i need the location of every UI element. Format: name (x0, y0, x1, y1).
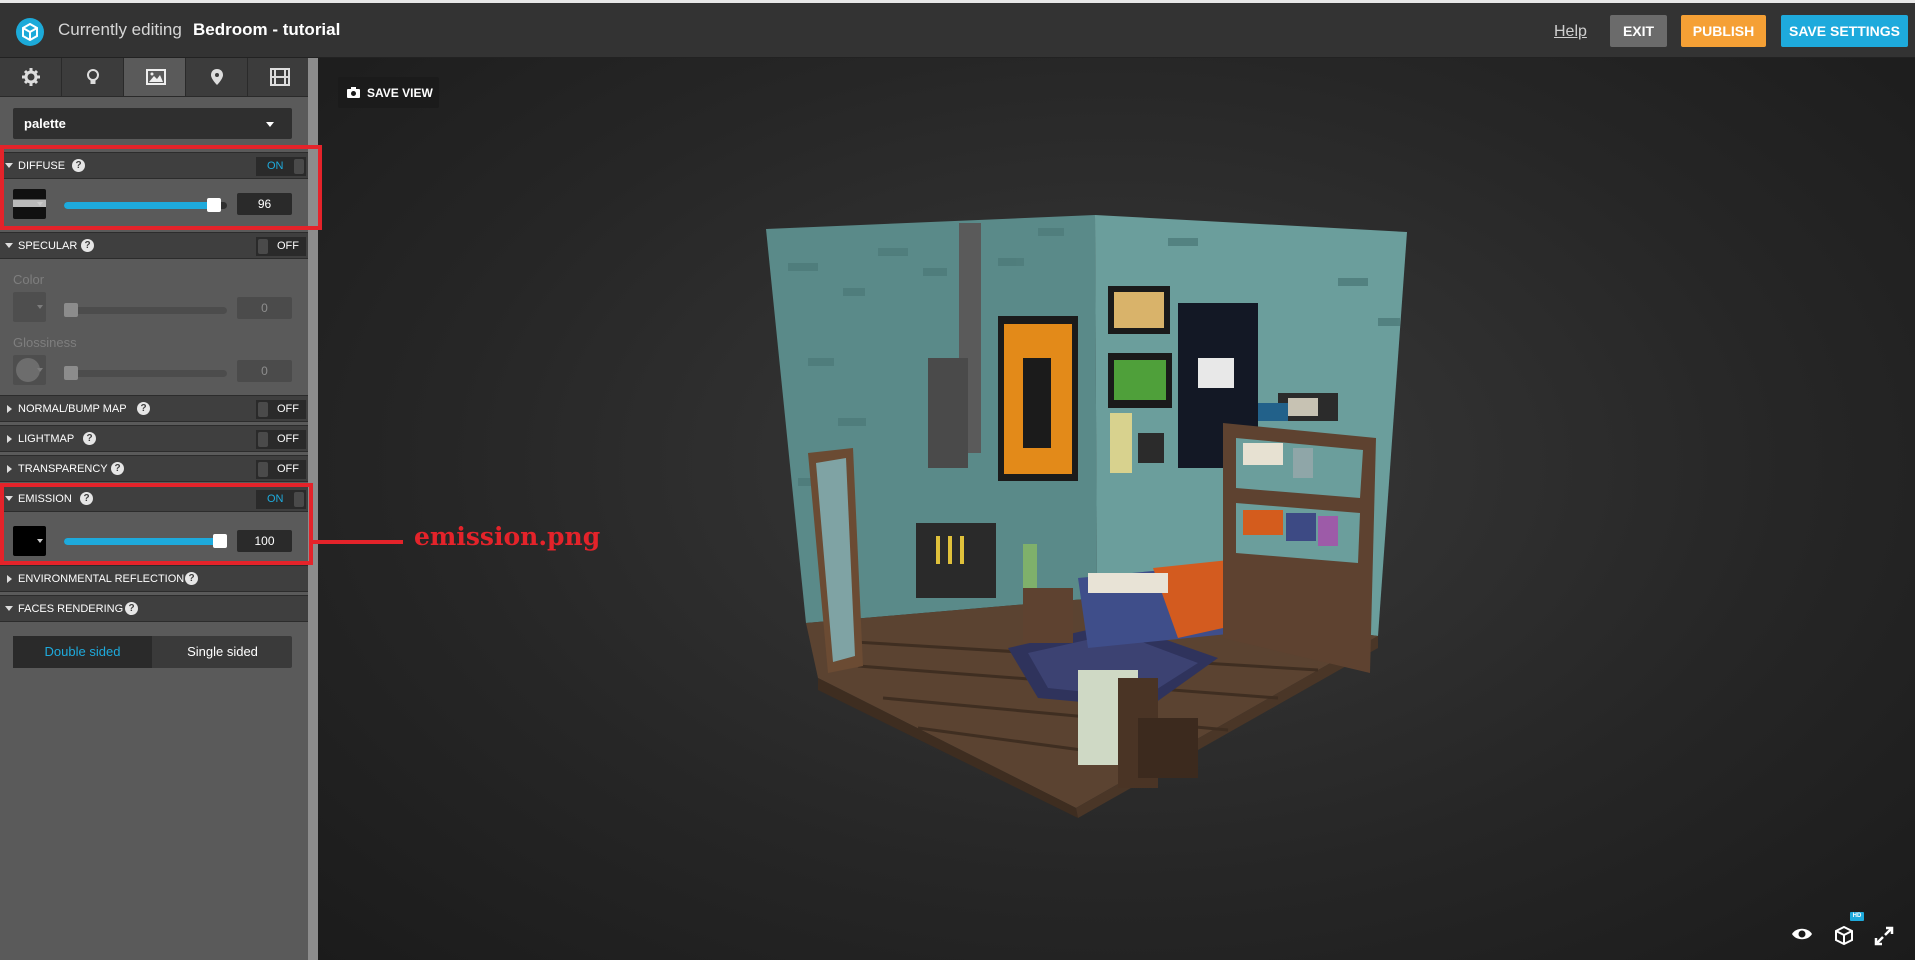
cube-icon[interactable] (1830, 920, 1860, 950)
specular-color-slider (64, 303, 227, 317)
eye-icon[interactable] (1787, 920, 1817, 950)
help-link[interactable]: Help (1554, 23, 1587, 41)
editing-label: Currently editing (58, 20, 182, 39)
save-view-label: SAVE VIEW (367, 86, 433, 100)
double-sided-option[interactable]: Double sided (13, 636, 152, 668)
exit-button[interactable]: EXIT (1610, 15, 1667, 47)
normal-bump-label: NORMAL/BUMP MAP (18, 403, 127, 415)
transparency-section-header[interactable]: TRANSPARENCY ? OFF (0, 455, 308, 482)
toggle-knob (258, 462, 268, 477)
normal-bump-section-header[interactable]: NORMAL/BUMP MAP ? OFF (0, 395, 308, 422)
top-bar: Currently editing Bedroom - tutorial Hel… (0, 0, 1915, 58)
transparency-toggle-state: OFF (277, 463, 299, 475)
tab-annotations[interactable] (186, 58, 248, 96)
model-title: Bedroom - tutorial (193, 20, 341, 39)
toggle-knob (258, 402, 268, 417)
collapse-arrow-icon (5, 606, 13, 611)
3d-viewport[interactable] (318, 58, 1915, 960)
env-reflection-label: ENVIRONMENTAL REFLECTION (18, 573, 185, 585)
collapse-arrow-icon (5, 243, 13, 248)
slider-thumb (64, 366, 78, 380)
diffuse-highlight-box (0, 145, 322, 230)
glossiness-label: Glossiness (13, 335, 77, 350)
toggle-knob (258, 432, 268, 447)
lightmap-toggle[interactable]: OFF (256, 430, 306, 449)
expand-arrow-icon (7, 405, 12, 413)
help-icon[interactable]: ? (185, 572, 198, 585)
glossiness-slider (64, 366, 227, 380)
hd-badge: HD (1850, 912, 1864, 921)
lightbulb-icon (87, 69, 99, 84)
help-icon[interactable]: ? (111, 462, 124, 475)
faces-rendering-selector: Double sided Single sided (13, 636, 292, 668)
lightmap-label: LIGHTMAP (18, 433, 75, 445)
tab-lighting[interactable] (62, 58, 124, 96)
lightmap-section-header[interactable]: LIGHTMAP ? OFF (0, 425, 308, 452)
map-pin-icon (211, 69, 223, 85)
save-settings-button[interactable]: SAVE SETTINGS (1781, 15, 1908, 47)
slider-thumb (64, 303, 78, 317)
single-sided-option[interactable]: Single sided (153, 636, 292, 668)
specular-section-header[interactable]: SPECULAR ? OFF (0, 232, 308, 259)
normal-bump-toggle-state: OFF (277, 403, 299, 415)
help-icon[interactable]: ? (137, 402, 150, 415)
env-reflection-section-header[interactable]: ENVIRONMENTAL REFLECTION ? (0, 565, 308, 592)
chevron-down-icon (37, 305, 43, 309)
glossiness-value: 0 (237, 360, 292, 382)
image-icon (146, 69, 166, 85)
specular-color-label: Color (13, 272, 45, 287)
specular-toggle-state: OFF (277, 240, 299, 252)
specular-color-swatch (13, 292, 46, 322)
transparency-label: TRANSPARENCY (18, 463, 108, 475)
save-view-button[interactable]: SAVE VIEW (338, 77, 439, 108)
bedroom-model-render (766, 215, 1407, 818)
gear-icon (22, 68, 40, 86)
material-select[interactable]: palette (13, 108, 292, 139)
specular-label: SPECULAR (18, 240, 78, 252)
expand-arrow-icon (7, 575, 12, 583)
help-icon[interactable]: ? (125, 602, 138, 615)
help-icon[interactable]: ? (81, 239, 94, 252)
fullscreen-icon[interactable] (1870, 920, 1900, 950)
toggle-knob (258, 239, 268, 254)
publish-button[interactable]: PUBLISH (1681, 15, 1766, 47)
camera-icon (347, 87, 360, 98)
annotation-pointer-line (313, 540, 403, 544)
annotation-label: emission.png (414, 522, 601, 551)
glossiness-swatch (13, 355, 46, 385)
faces-rendering-section-header[interactable]: FACES RENDERING ? (0, 595, 308, 622)
lightmap-toggle-state: OFF (277, 433, 299, 445)
chevron-down-icon (266, 122, 274, 127)
expand-arrow-icon (7, 435, 12, 443)
sketchfab-logo-icon[interactable] (16, 18, 44, 46)
material-select-value: palette (24, 116, 66, 131)
chevron-down-icon (37, 368, 43, 372)
emission-highlight-box (0, 483, 313, 565)
specular-color-value: 0 (237, 297, 292, 319)
settings-tabs (0, 58, 308, 97)
help-icon[interactable]: ? (83, 432, 96, 445)
faces-rendering-label: FACES RENDERING (18, 603, 124, 615)
normal-bump-toggle[interactable]: OFF (256, 400, 306, 419)
film-icon (270, 68, 290, 86)
tab-materials[interactable] (124, 58, 186, 96)
tab-animation[interactable] (248, 58, 308, 96)
tab-general[interactable] (0, 58, 62, 96)
expand-arrow-icon (7, 465, 12, 473)
transparency-toggle[interactable]: OFF (256, 460, 306, 479)
specular-toggle[interactable]: OFF (256, 237, 306, 256)
